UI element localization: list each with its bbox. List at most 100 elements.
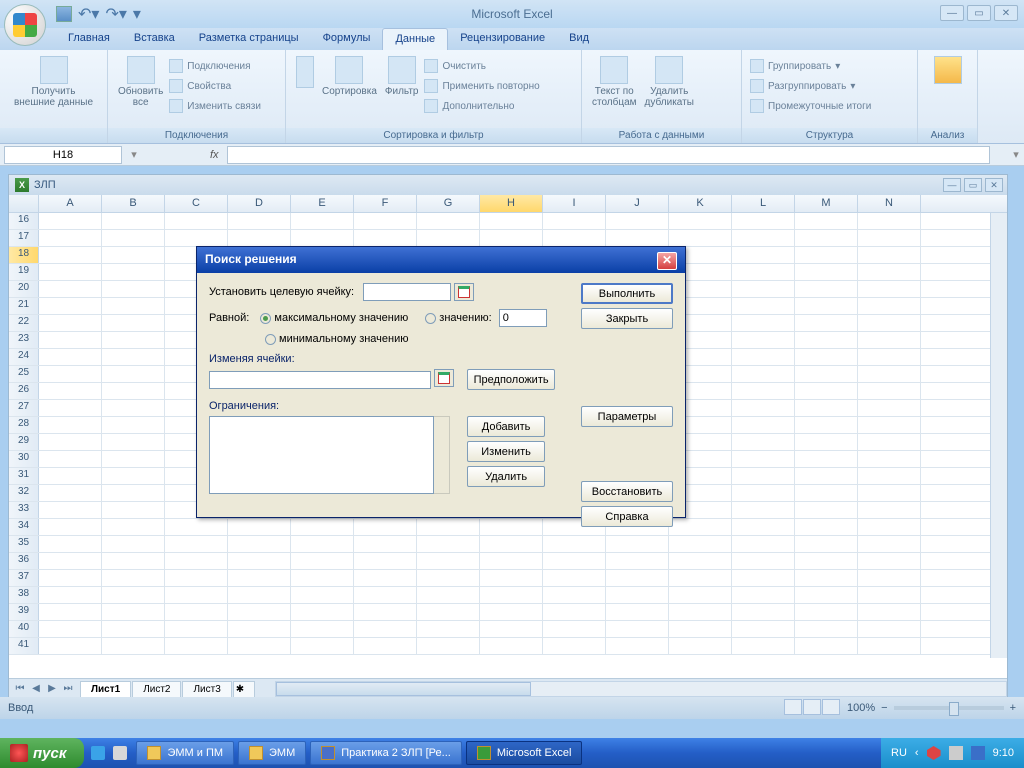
cell[interactable] <box>795 281 858 297</box>
clear-filter-button[interactable]: Очистить <box>422 58 541 74</box>
cell[interactable] <box>669 604 732 620</box>
tab-home[interactable]: Главная <box>56 28 122 50</box>
cell[interactable] <box>417 587 480 603</box>
cell[interactable] <box>858 366 921 382</box>
dialog-titlebar[interactable]: Поиск решения ✕ <box>197 247 685 273</box>
ie-icon[interactable] <box>88 741 108 765</box>
cell[interactable] <box>291 570 354 586</box>
cell[interactable] <box>39 621 102 637</box>
cell[interactable] <box>354 604 417 620</box>
cell[interactable] <box>480 621 543 637</box>
cell[interactable] <box>858 468 921 484</box>
taskbar-item[interactable]: ЭММ и ПМ <box>136 741 234 765</box>
taskbar-item-active[interactable]: Microsoft Excel <box>466 741 583 765</box>
cell[interactable] <box>354 570 417 586</box>
cell[interactable] <box>480 638 543 654</box>
cell[interactable] <box>543 230 606 246</box>
cell[interactable] <box>102 349 165 365</box>
cell[interactable] <box>795 621 858 637</box>
column-header[interactable]: A <box>39 195 102 212</box>
cell[interactable] <box>417 213 480 229</box>
column-header[interactable]: H <box>480 195 543 212</box>
cell[interactable] <box>291 553 354 569</box>
cell[interactable] <box>795 485 858 501</box>
row-header[interactable]: 35 <box>9 536 39 552</box>
row-header[interactable]: 32 <box>9 485 39 501</box>
cell[interactable] <box>165 536 228 552</box>
cell[interactable] <box>858 264 921 280</box>
radio-min[interactable] <box>265 334 276 345</box>
cell[interactable] <box>291 519 354 535</box>
target-ref-button[interactable] <box>454 283 474 301</box>
volume-icon[interactable] <box>949 746 963 760</box>
cell[interactable] <box>291 587 354 603</box>
row-header[interactable]: 41 <box>9 638 39 654</box>
row-header[interactable]: 23 <box>9 332 39 348</box>
filter-button[interactable]: Фильтр <box>381 54 423 114</box>
maximize-button[interactable]: ▭ <box>967 5 991 21</box>
cell[interactable] <box>165 553 228 569</box>
cell[interactable] <box>669 553 732 569</box>
cell[interactable] <box>732 247 795 263</box>
cell[interactable] <box>228 587 291 603</box>
tab-review[interactable]: Рецензирование <box>448 28 557 50</box>
cell[interactable] <box>39 570 102 586</box>
cell[interactable] <box>795 349 858 365</box>
cell[interactable] <box>795 502 858 518</box>
zoom-slider[interactable] <box>894 706 1004 710</box>
cell[interactable] <box>39 213 102 229</box>
cell[interactable] <box>858 281 921 297</box>
cell[interactable] <box>732 383 795 399</box>
cell[interactable] <box>354 587 417 603</box>
cell[interactable] <box>39 451 102 467</box>
cell[interactable] <box>39 485 102 501</box>
cell[interactable] <box>795 264 858 280</box>
cell[interactable] <box>732 332 795 348</box>
cell[interactable] <box>858 553 921 569</box>
cell[interactable] <box>39 553 102 569</box>
row-header[interactable]: 16 <box>9 213 39 229</box>
cell[interactable] <box>795 519 858 535</box>
cell[interactable] <box>543 587 606 603</box>
zoom-out-icon[interactable]: − <box>881 702 887 714</box>
cell[interactable] <box>480 570 543 586</box>
cell[interactable] <box>165 230 228 246</box>
cell[interactable] <box>228 604 291 620</box>
taskbar-item[interactable]: Практика 2 ЗЛП [Ре... <box>310 741 462 765</box>
cell[interactable] <box>480 230 543 246</box>
taskbar-item[interactable]: ЭММ <box>238 741 306 765</box>
cell[interactable] <box>732 230 795 246</box>
cell[interactable] <box>732 570 795 586</box>
cell[interactable] <box>102 502 165 518</box>
cell[interactable] <box>480 519 543 535</box>
cell[interactable] <box>858 621 921 637</box>
radio-value[interactable] <box>425 313 436 324</box>
cell[interactable] <box>858 230 921 246</box>
cell[interactable] <box>102 604 165 620</box>
cell[interactable] <box>102 366 165 382</box>
cell[interactable] <box>102 587 165 603</box>
cell[interactable] <box>606 570 669 586</box>
cell[interactable] <box>39 519 102 535</box>
cell[interactable] <box>102 417 165 433</box>
cell[interactable] <box>606 536 669 552</box>
cell[interactable] <box>228 213 291 229</box>
cell[interactable] <box>39 349 102 365</box>
cell[interactable] <box>795 332 858 348</box>
row-header[interactable]: 19 <box>9 264 39 280</box>
wb-minimize-button[interactable]: ― <box>943 178 961 192</box>
subtotal-button[interactable]: Промежуточные итоги <box>748 98 911 114</box>
cell[interactable] <box>858 349 921 365</box>
tab-page-layout[interactable]: Разметка страницы <box>187 28 311 50</box>
cell[interactable] <box>732 519 795 535</box>
cell[interactable] <box>39 332 102 348</box>
cell[interactable] <box>39 383 102 399</box>
dialog-close-button[interactable]: ✕ <box>657 252 677 270</box>
cell[interactable] <box>102 298 165 314</box>
row-header[interactable]: 21 <box>9 298 39 314</box>
cell[interactable] <box>858 638 921 654</box>
cell[interactable] <box>291 638 354 654</box>
cell[interactable] <box>858 417 921 433</box>
cell[interactable] <box>858 315 921 331</box>
row-header[interactable]: 18 <box>9 247 39 263</box>
